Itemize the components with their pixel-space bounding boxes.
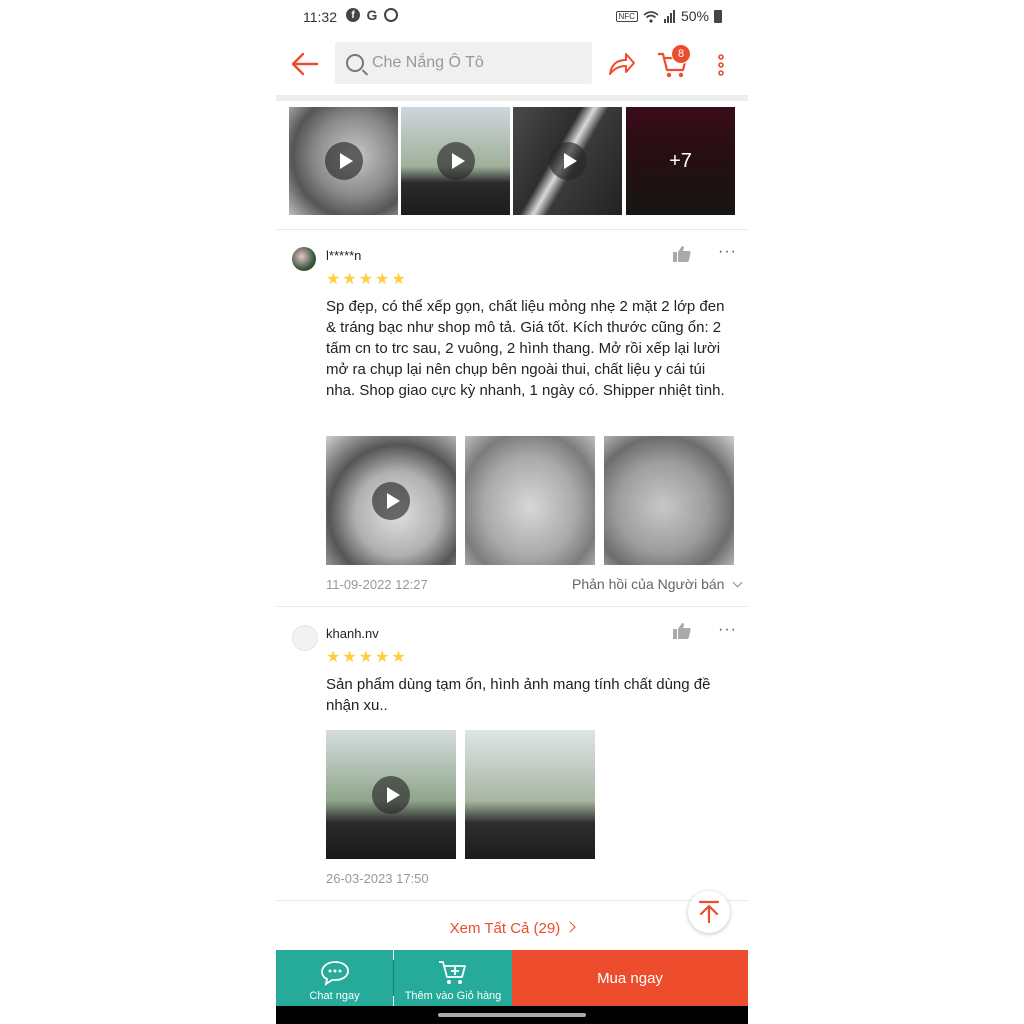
buy-now-label: Mua ngay bbox=[597, 969, 663, 987]
seller-reply-toggle[interactable]: Phản hồi của Người bán bbox=[572, 576, 743, 592]
notification-icons: f G bbox=[346, 7, 398, 23]
chat-icon bbox=[321, 961, 349, 986]
play-icon bbox=[436, 142, 475, 180]
add-to-cart-button[interactable]: Thêm vào Giỏ hàng bbox=[394, 950, 512, 1006]
battery-percent: 50% bbox=[680, 8, 709, 24]
avatar bbox=[292, 247, 316, 271]
scroll-to-top-button[interactable] bbox=[688, 891, 730, 933]
review-video-thumb[interactable] bbox=[326, 730, 456, 859]
status-bar: 11:32 f G NFC 50% bbox=[276, 0, 748, 32]
system-nav-bar bbox=[276, 1006, 748, 1024]
star-icon: ★ bbox=[358, 649, 374, 666]
nfc-icon: NFC bbox=[615, 10, 638, 22]
star-icon: ★ bbox=[342, 649, 357, 666]
wifi-icon bbox=[643, 10, 659, 23]
play-icon bbox=[372, 481, 410, 520]
review-date: 26-03-2023 17:50 bbox=[326, 871, 429, 886]
divider bbox=[276, 606, 748, 607]
review-username: l*****n bbox=[326, 248, 362, 263]
star-icon: ★ bbox=[358, 271, 374, 288]
gallery-video-thumb[interactable] bbox=[289, 107, 398, 215]
cart-badge: 8 bbox=[671, 44, 691, 64]
see-all-reviews-link[interactable]: Xem Tất Cả (29) bbox=[276, 920, 748, 937]
chat-now-label: Chat ngay bbox=[309, 990, 360, 1002]
share-icon[interactable] bbox=[606, 50, 636, 78]
gallery-video-thumb[interactable] bbox=[401, 107, 510, 215]
chat-now-button[interactable]: Chat ngay bbox=[276, 950, 393, 1006]
seller-reply-label: Phản hồi của Người bán bbox=[572, 576, 725, 592]
facebook-icon: f bbox=[346, 8, 360, 22]
review-photo[interactable] bbox=[465, 730, 595, 859]
star-icon: ★ bbox=[391, 271, 406, 288]
review-date: 11-09-2022 12:27 bbox=[326, 577, 428, 592]
review-text: Sản phẩm dùng tạm ổn, hình ảnh mang tính… bbox=[326, 676, 711, 714]
messenger-icon bbox=[384, 8, 398, 22]
back-arrow-icon[interactable] bbox=[290, 50, 320, 78]
section-separator bbox=[276, 95, 748, 101]
play-icon bbox=[372, 775, 410, 814]
star-icon: ★ bbox=[375, 271, 390, 288]
thumbs-up-icon[interactable] bbox=[673, 623, 691, 639]
star-icon: ★ bbox=[342, 271, 357, 288]
gallery-more-count: +7 bbox=[626, 107, 735, 215]
play-icon bbox=[548, 142, 587, 180]
status-time: 11:32 bbox=[303, 9, 337, 25]
more-options-icon[interactable]: ··· bbox=[718, 243, 737, 261]
bottom-action-bar: Chat ngay Thêm vào Giỏ hàng Mua ngay bbox=[276, 950, 748, 1006]
star-icon: ★ bbox=[375, 649, 390, 666]
search-bar[interactable]: Che Nắng Ô Tô bbox=[335, 42, 592, 84]
gallery-more-thumb[interactable]: +7 bbox=[626, 107, 735, 215]
divider bbox=[276, 900, 748, 901]
review-photo[interactable] bbox=[465, 436, 595, 565]
battery-icon bbox=[714, 9, 722, 23]
play-icon bbox=[324, 142, 363, 180]
review-photo[interactable] bbox=[604, 436, 734, 565]
buy-now-button[interactable]: Mua ngay bbox=[512, 950, 748, 1006]
avatar bbox=[292, 625, 318, 651]
add-to-cart-label: Thêm vào Giỏ hàng bbox=[404, 990, 502, 1002]
more-options-icon[interactable]: ··· bbox=[718, 621, 737, 639]
chevron-down-icon bbox=[732, 577, 743, 588]
home-gesture-bar[interactable] bbox=[438, 1013, 586, 1017]
signal-icon bbox=[663, 9, 675, 23]
star-icon: ★ bbox=[326, 649, 341, 666]
star-icon: ★ bbox=[391, 649, 406, 666]
add-to-cart-icon bbox=[439, 961, 466, 984]
gallery-video-thumb[interactable] bbox=[513, 107, 622, 215]
see-all-label: Xem Tất Cả (29) bbox=[449, 920, 561, 937]
phone-screen: 11:32 f G NFC 50% Che Nắng Ô Tô 8 +7 l**… bbox=[276, 0, 748, 1024]
divider bbox=[276, 229, 748, 230]
status-right: NFC 50% bbox=[615, 8, 722, 24]
star-rating: ★ ★ ★ ★ ★ bbox=[326, 272, 406, 288]
chevron-right-icon bbox=[564, 921, 577, 933]
google-icon: G bbox=[366, 7, 378, 23]
thumbs-up-icon[interactable] bbox=[673, 246, 691, 262]
search-icon bbox=[346, 54, 364, 72]
review-text: Sp đẹp, có thể xếp gọn, chất liệu mỏng n… bbox=[326, 298, 725, 399]
arrow-up-icon bbox=[698, 900, 720, 924]
review-username: khanh.nv bbox=[326, 626, 379, 641]
star-icon: ★ bbox=[326, 271, 341, 288]
search-placeholder: Che Nắng Ô Tô bbox=[372, 54, 484, 71]
more-vertical-icon[interactable] bbox=[716, 50, 726, 80]
star-rating: ★ ★ ★ ★ ★ bbox=[326, 650, 406, 666]
review-video-thumb[interactable] bbox=[326, 436, 456, 565]
